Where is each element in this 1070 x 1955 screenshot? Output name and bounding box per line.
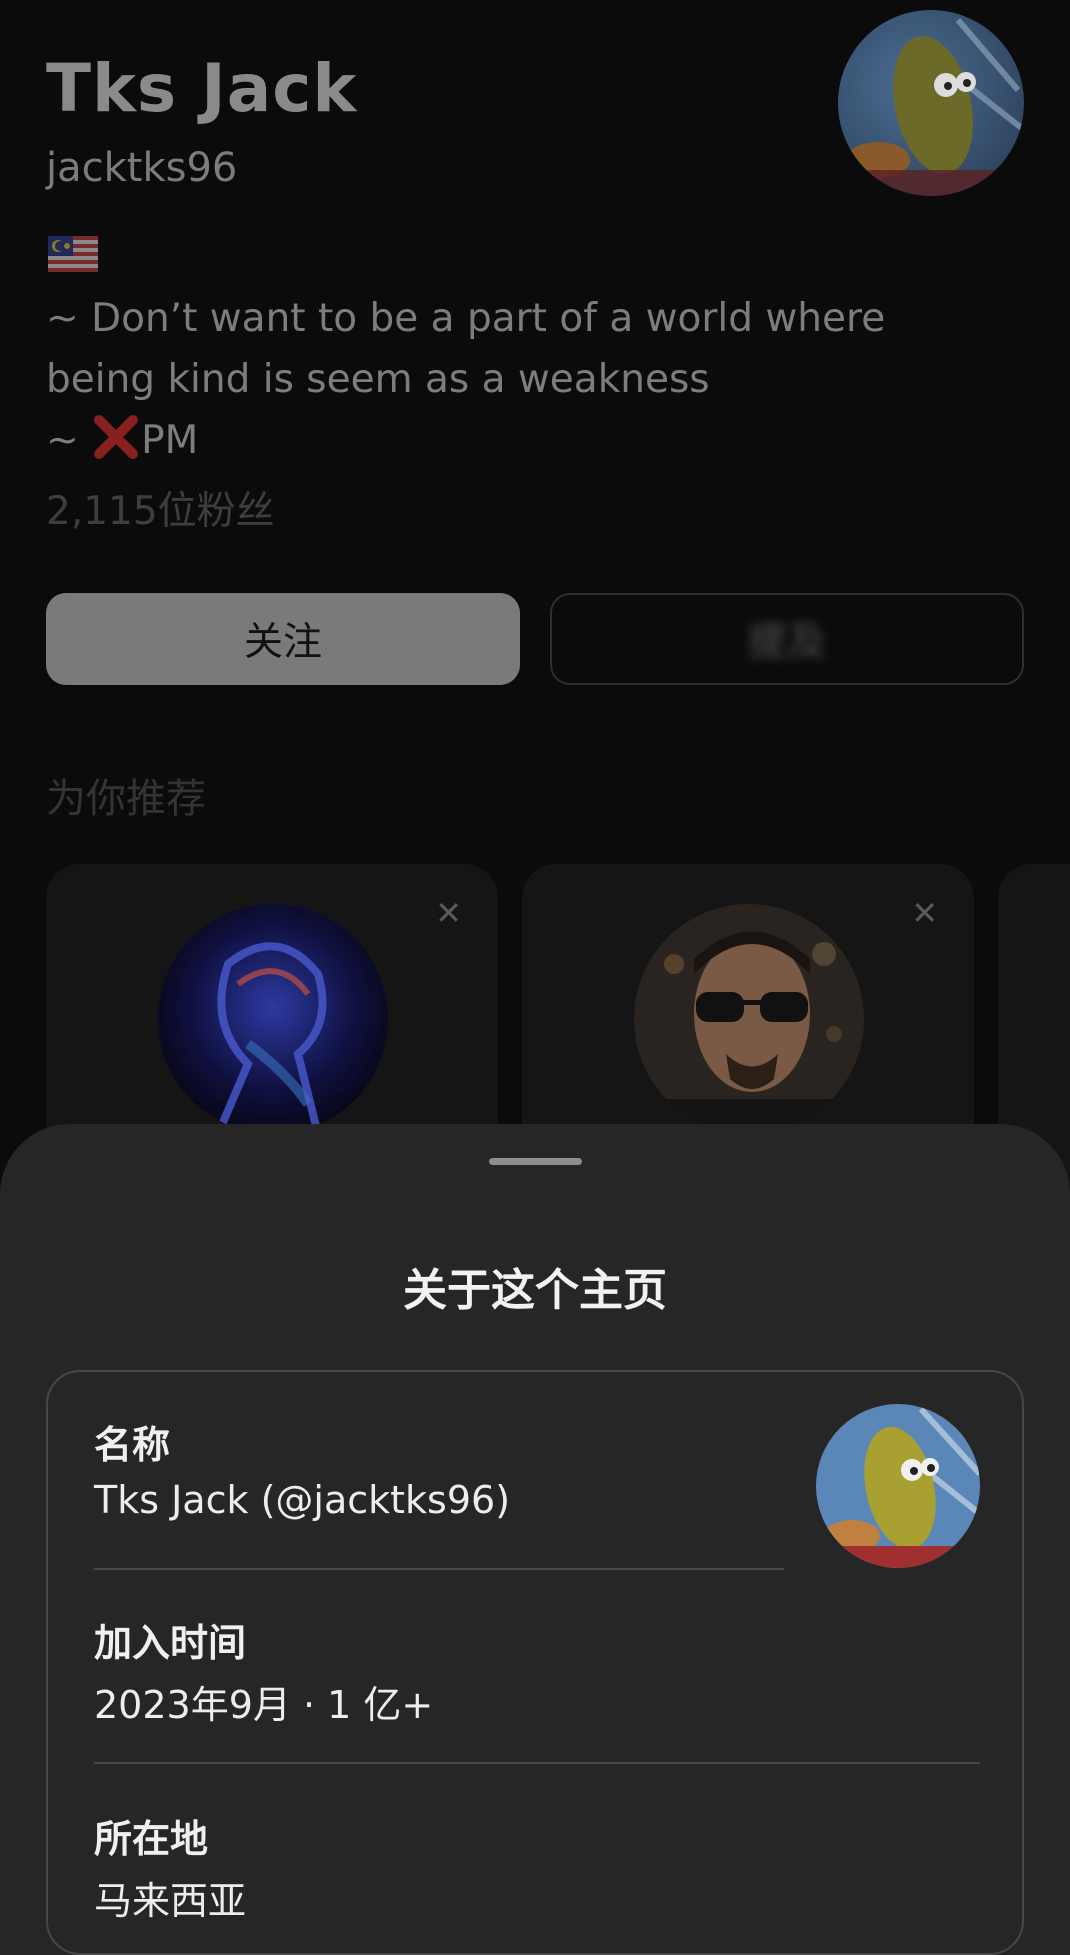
mention-button-label: 提及 xyxy=(747,620,826,665)
name-label: 名称 xyxy=(94,1423,171,1467)
location-value: 马来西亚 xyxy=(94,1879,247,1923)
bio-suffix: PM xyxy=(141,418,199,463)
red-cross-mark-icon xyxy=(93,414,139,460)
field-divider xyxy=(94,1762,980,1764)
profile-header: Tks Jack jacktks96 ~ Don’t want to be a … xyxy=(0,0,1070,1184)
recommendation-avatar[interactable] xyxy=(158,904,388,1134)
location-label: 所在地 xyxy=(94,1817,209,1861)
mention-button[interactable]: 提及 xyxy=(550,593,1024,685)
profile-bio: ~ Don’t want to be a part of a world whe… xyxy=(46,288,1006,471)
profile-page: Tks Jack jacktks96 ~ Don’t want to be a … xyxy=(0,0,1070,1955)
profile-display-name: Tks Jack xyxy=(46,50,358,127)
name-value: Tks Jack (@jacktks96) xyxy=(94,1478,511,1522)
joined-value: 2023年9月 · 1 亿+ xyxy=(94,1683,434,1727)
bio-prefix: ~ xyxy=(46,418,92,463)
profile-info-card: 名称 Tks Jack (@jacktks96) 加入时间 2023年9月 · … xyxy=(46,1370,1024,1955)
info-avatar xyxy=(816,1404,980,1568)
bio-line: being kind is seem as a weakness xyxy=(46,357,710,402)
follower-count[interactable]: 2,115位粉丝 xyxy=(46,480,275,536)
follow-button[interactable]: 关注 xyxy=(46,593,520,685)
joined-label: 加入时间 xyxy=(94,1621,247,1665)
bio-line: ~ Don’t want to be a part of a world whe… xyxy=(46,296,886,341)
about-profile-sheet: 关于这个主页 名称 Tks Jack (@jacktks96) 加入时间 202… xyxy=(0,1124,1070,1955)
sheet-title: 关于这个主页 xyxy=(403,1265,667,1316)
recommendation-avatar[interactable] xyxy=(634,904,864,1134)
malaysia-flag-icon xyxy=(48,236,98,272)
profile-avatar[interactable] xyxy=(838,10,1024,196)
bio-line: ~ PM xyxy=(46,410,1006,471)
recommendations-title: 为你推荐 xyxy=(46,776,206,822)
sheet-drag-handle[interactable] xyxy=(489,1158,582,1165)
close-icon[interactable]: ✕ xyxy=(435,894,462,932)
close-icon[interactable]: ✕ xyxy=(911,894,938,932)
profile-handle: jacktks96 xyxy=(46,145,238,191)
field-divider xyxy=(94,1568,784,1570)
